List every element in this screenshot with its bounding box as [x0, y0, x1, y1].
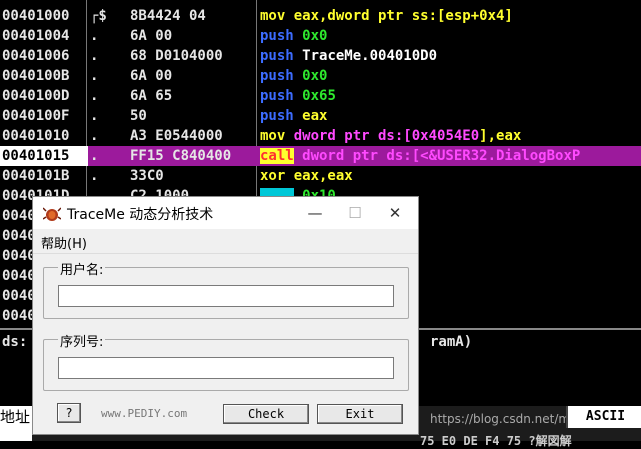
disasm-marker: . — [90, 128, 99, 144]
disasm-instruction: call dword ptr ds:[<&USER32.DialogBoxP — [260, 148, 581, 164]
info-right-text: ramA) — [430, 334, 473, 350]
disasm-address: 0040100D — [2, 88, 70, 104]
address-header: 地址 — [0, 406, 32, 441]
disasm-address: 00401010 — [2, 128, 70, 144]
disasm-instruction: push 0x0 — [260, 28, 328, 44]
check-button[interactable]: Check — [223, 404, 309, 424]
disasm-row[interactable]: 0040100D. 6A 65 push 0x65 — [0, 86, 641, 106]
traceme-dialog: TraceMe 动态分析技术 — ☐ ✕ 帮助(H) 用户名: 序列号: ? w… — [32, 196, 419, 435]
serial-input[interactable] — [58, 357, 394, 379]
minimize-button[interactable]: — — [295, 199, 335, 227]
disasm-hex: 8B4424 04 — [130, 8, 206, 24]
disasm-instruction: push 0x65 — [260, 88, 336, 104]
serial-group: 序列号: — [43, 331, 409, 391]
dialog-titlebar[interactable]: TraceMe 动态分析技术 — ☐ ✕ — [33, 197, 418, 229]
disasm-hex: 33C0 — [130, 168, 164, 184]
disasm-instruction: push TraceMe.004010D0 — [260, 48, 438, 64]
disasm-instruction: mov dword ptr ds:[0x4054E0],eax — [260, 128, 522, 144]
exit-button[interactable]: Exit — [317, 404, 403, 424]
help-button[interactable]: ? — [57, 403, 81, 423]
disasm-address: 00401015 — [0, 146, 88, 166]
disasm-row[interactable]: 00401006. 68 D0104000 push TraceMe.004010D… — [0, 46, 641, 66]
disasm-address: 00401006 — [2, 48, 70, 64]
disasm-marker: . — [90, 168, 99, 184]
disasm-marker: ┌$ — [90, 8, 107, 24]
ascii-header: ASCII — [566, 406, 641, 428]
disasm-marker: . — [90, 108, 99, 124]
disasm-hex: 6A 00 — [130, 68, 173, 84]
serial-label: 序列号: — [58, 331, 106, 350]
disasm-row[interactable]: 0040100B. 6A 00 push 0x0 — [0, 66, 641, 86]
disasm-marker: . — [90, 68, 99, 84]
disasm-address: 00401004 — [2, 28, 70, 44]
disasm-instruction: push eax — [260, 108, 328, 124]
username-group: 用户名: — [43, 259, 409, 319]
disasm-address: 0040100B — [2, 68, 70, 84]
disasm-marker: . — [90, 88, 99, 104]
disasm-hex: 6A 00 — [130, 28, 173, 44]
disasm-row[interactable]: 0040100F. 50 push eax — [0, 106, 641, 126]
bug-icon — [43, 207, 61, 221]
disasm-address: 00401000 — [2, 8, 70, 24]
maximize-button[interactable]: ☐ — [335, 199, 375, 227]
disasm-address: 0040100F — [2, 108, 70, 124]
disasm-row[interactable]: 00401004. 6A 00 push 0x0 — [0, 26, 641, 46]
disasm-row[interactable]: 00401000 ┌$ 8B4424 04 mov eax,dword ptr ss:… — [0, 6, 641, 26]
disasm-hex: FF15 C840400 — [130, 148, 232, 164]
disasm-marker: . — [90, 28, 99, 44]
pediy-text: www.PEDIY.com — [101, 407, 188, 420]
disasm-hex: 68 D0104000 — [130, 48, 223, 64]
disasm-marker: . — [90, 148, 99, 164]
disasm-row[interactable]: 00401010. A3 E0544000 mov dword ptr ds:[0x… — [0, 126, 641, 146]
disasm-row[interactable]: 00401015. FF15 C840400 call dword ptr ds:[… — [0, 146, 641, 166]
close-button[interactable]: ✕ — [375, 199, 415, 227]
disasm-hex: A3 E0544000 — [130, 128, 223, 144]
disasm-marker: . — [90, 48, 99, 64]
disasm-address: 0040101B — [2, 168, 70, 184]
username-input[interactable] — [58, 285, 394, 307]
disasm-row[interactable]: 0040101B. 33C0 xor eax,eax — [0, 166, 641, 186]
disasm-instruction: mov eax,dword ptr ss:[esp+0x4] — [260, 8, 513, 24]
disasm-instruction: xor eax,eax — [260, 168, 353, 184]
info-text: ds: — [2, 334, 28, 350]
username-label: 用户名: — [58, 259, 106, 278]
menu-help[interactable]: 帮助(H) — [41, 233, 87, 252]
disasm-hex: 50 — [130, 108, 147, 124]
disasm-instruction: push 0x0 — [260, 68, 328, 84]
dialog-menubar: 帮助(H) — [33, 229, 418, 254]
dialog-title: TraceMe 动态分析技术 — [67, 207, 214, 223]
disasm-hex: 6A 65 — [130, 88, 173, 104]
